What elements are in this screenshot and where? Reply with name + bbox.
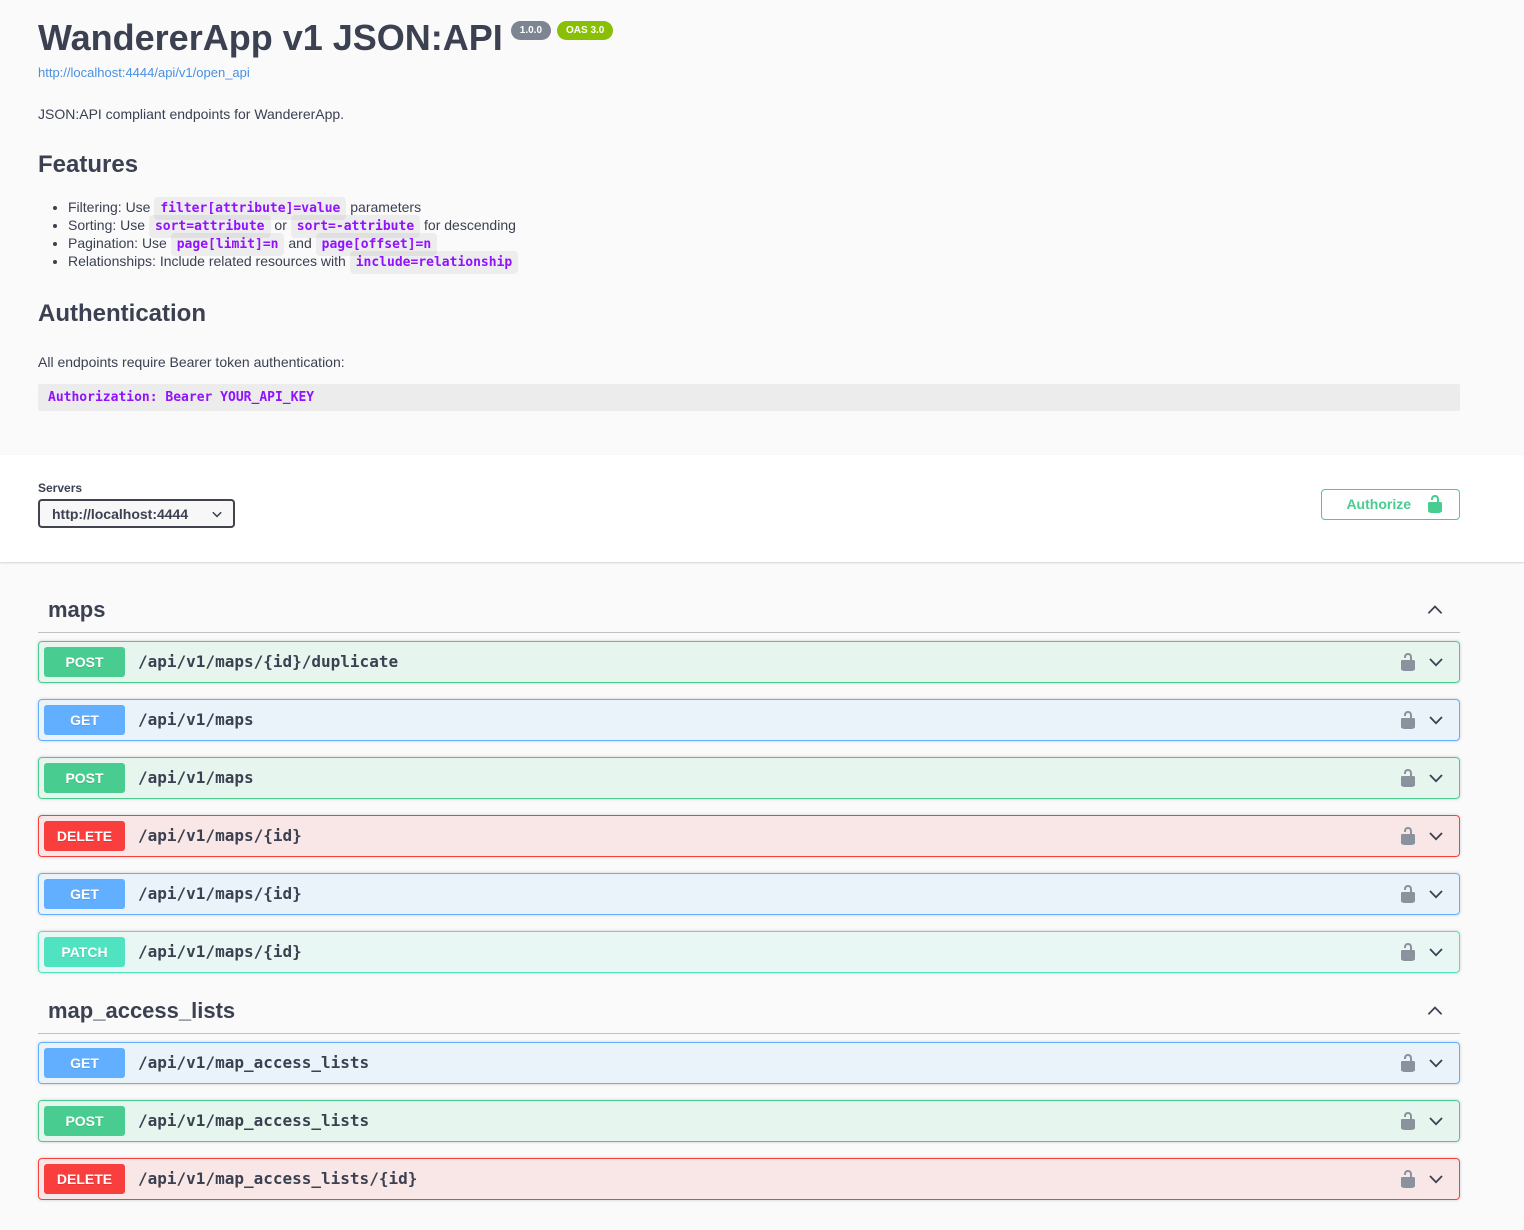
feature-item: Pagination: Use page[limit]=n and page[o… [68, 235, 1460, 253]
endpoint-path: /api/v1/maps/{id} [138, 826, 1398, 845]
endpoint-path: /api/v1/maps [138, 710, 1398, 729]
lock-icon[interactable] [1398, 1053, 1418, 1073]
endpoint-path: /api/v1/map_access_lists [138, 1111, 1398, 1130]
endpoint-row[interactable]: GET /api/v1/maps [38, 699, 1460, 741]
feature-item: Relationships: Include related resources… [68, 253, 1460, 271]
endpoint-controls [1398, 768, 1446, 788]
chevron-down-icon[interactable] [1426, 942, 1446, 962]
lock-icon[interactable] [1398, 884, 1418, 904]
chevron-down-icon[interactable] [1426, 1053, 1446, 1073]
endpoint-controls [1398, 710, 1446, 730]
chevron-up-icon[interactable] [1424, 1000, 1446, 1022]
chevron-down-icon[interactable] [1426, 884, 1446, 904]
endpoint-summary[interactable]: POST /api/v1/maps/{id}/duplicate [39, 642, 1459, 682]
version-badges: 1.0.0 OAS 3.0 [511, 21, 614, 40]
endpoint-controls [1398, 652, 1446, 672]
endpoint-row[interactable]: GET /api/v1/map_access_lists [38, 1042, 1460, 1084]
endpoint-row[interactable]: DELETE /api/v1/maps/{id} [38, 815, 1460, 857]
endpoint-controls [1398, 1053, 1446, 1073]
lock-icon[interactable] [1398, 1169, 1418, 1189]
endpoint-summary[interactable]: PATCH /api/v1/maps/{id} [39, 932, 1459, 972]
lock-icon[interactable] [1398, 710, 1418, 730]
endpoint-path: /api/v1/map_access_lists/{id} [138, 1169, 1398, 1188]
section-header[interactable]: map_access_lists [38, 989, 1460, 1034]
feature-item: Filtering: Use filter[attribute]=value p… [68, 199, 1460, 217]
scheme-container: Servers http://localhost:4444 Authorize [0, 455, 1524, 562]
method-badge: POST [44, 647, 125, 677]
lock-icon[interactable] [1398, 768, 1418, 788]
method-badge: GET [44, 705, 125, 735]
method-badge: DELETE [44, 821, 125, 851]
spec-link[interactable]: http://localhost:4444/api/v1/open_api [38, 65, 250, 80]
features-heading: Features [38, 151, 1460, 179]
endpoint-summary[interactable]: GET /api/v1/map_access_lists [39, 1043, 1459, 1083]
chevron-down-icon[interactable] [1426, 710, 1446, 730]
method-badge: GET [44, 879, 125, 909]
section-rows: GET /api/v1/map_access_lists POST /api/v… [38, 1034, 1460, 1200]
endpoint-controls [1398, 1169, 1446, 1189]
section-rows: POST /api/v1/maps/{id}/duplicate GET /ap… [38, 633, 1460, 973]
page-title: WandererApp v1 JSON:API 1.0.0 OAS 3.0 [38, 18, 1460, 58]
authorize-button-label: Authorize [1346, 496, 1411, 512]
section-title: map_access_lists [48, 998, 235, 1024]
unlock-icon [1425, 494, 1445, 514]
version-badge: 1.0.0 [511, 21, 551, 40]
endpoint-path: /api/v1/maps/{id} [138, 942, 1398, 961]
servers-block: Servers http://localhost:4444 [38, 481, 235, 528]
authentication-heading: Authentication [38, 300, 1460, 328]
auth-code-block: Authorization: Bearer YOUR_API_KEY [38, 384, 1460, 411]
feature-item: Sorting: Use sort=attribute or sort=-att… [68, 217, 1460, 235]
endpoint-summary[interactable]: DELETE /api/v1/map_access_lists/{id} [39, 1159, 1459, 1199]
chevron-down-icon[interactable] [1426, 768, 1446, 788]
endpoint-path: /api/v1/maps/{id}/duplicate [138, 652, 1398, 671]
servers-label: Servers [38, 481, 235, 495]
endpoint-summary[interactable]: POST /api/v1/maps [39, 758, 1459, 798]
endpoint-controls [1398, 884, 1446, 904]
endpoint-path: /api/v1/maps [138, 768, 1398, 787]
page-title-text: WandererApp v1 JSON:API [38, 18, 503, 58]
inline-code: include=relationship [350, 251, 519, 274]
chevron-down-icon[interactable] [1426, 1111, 1446, 1131]
api-section-maps: maps POST /api/v1/maps/{id}/duplicate GE… [38, 588, 1460, 973]
method-badge: POST [44, 1106, 125, 1136]
api-sections: maps POST /api/v1/maps/{id}/duplicate GE… [0, 588, 1524, 1230]
chevron-up-icon[interactable] [1424, 599, 1446, 621]
section-title: maps [48, 597, 105, 623]
lock-icon[interactable] [1398, 1111, 1418, 1131]
section-header[interactable]: maps [38, 588, 1460, 633]
endpoint-controls [1398, 826, 1446, 846]
lock-icon[interactable] [1398, 652, 1418, 672]
endpoint-summary[interactable]: POST /api/v1/map_access_lists [39, 1101, 1459, 1141]
endpoint-row[interactable]: GET /api/v1/maps/{id} [38, 873, 1460, 915]
api-section-map_access_lists: map_access_lists GET /api/v1/map_access_… [38, 989, 1460, 1200]
api-info-section: WandererApp v1 JSON:API 1.0.0 OAS 3.0 ht… [0, 0, 1524, 455]
lock-icon[interactable] [1398, 826, 1418, 846]
chevron-down-icon[interactable] [1426, 652, 1446, 672]
chevron-down-icon[interactable] [1426, 826, 1446, 846]
method-badge: PATCH [44, 937, 125, 967]
endpoint-row[interactable]: POST /api/v1/map_access_lists [38, 1100, 1460, 1142]
endpoint-row[interactable]: DELETE /api/v1/map_access_lists/{id} [38, 1158, 1460, 1200]
authorize-button[interactable]: Authorize [1321, 489, 1460, 520]
endpoint-summary[interactable]: DELETE /api/v1/maps/{id} [39, 816, 1459, 856]
endpoint-controls [1398, 1111, 1446, 1131]
api-description: JSON:API compliant endpoints for Wandere… [38, 106, 1460, 122]
server-select[interactable]: http://localhost:4444 [38, 499, 235, 528]
endpoint-summary[interactable]: GET /api/v1/maps [39, 700, 1459, 740]
features-list: Filtering: Use filter[attribute]=value p… [38, 199, 1460, 271]
auth-description: All endpoints require Bearer token authe… [38, 354, 1460, 370]
endpoint-path: /api/v1/maps/{id} [138, 884, 1398, 903]
method-badge: DELETE [44, 1164, 125, 1194]
oas-badge: OAS 3.0 [557, 21, 613, 40]
method-badge: POST [44, 763, 125, 793]
endpoint-row[interactable]: POST /api/v1/maps/{id}/duplicate [38, 641, 1460, 683]
endpoint-summary[interactable]: GET /api/v1/maps/{id} [39, 874, 1459, 914]
endpoint-row[interactable]: POST /api/v1/maps [38, 757, 1460, 799]
endpoint-row[interactable]: PATCH /api/v1/maps/{id} [38, 931, 1460, 973]
endpoint-controls [1398, 942, 1446, 962]
endpoint-path: /api/v1/map_access_lists [138, 1053, 1398, 1072]
chevron-down-icon[interactable] [1426, 1169, 1446, 1189]
lock-icon[interactable] [1398, 942, 1418, 962]
method-badge: GET [44, 1048, 125, 1078]
